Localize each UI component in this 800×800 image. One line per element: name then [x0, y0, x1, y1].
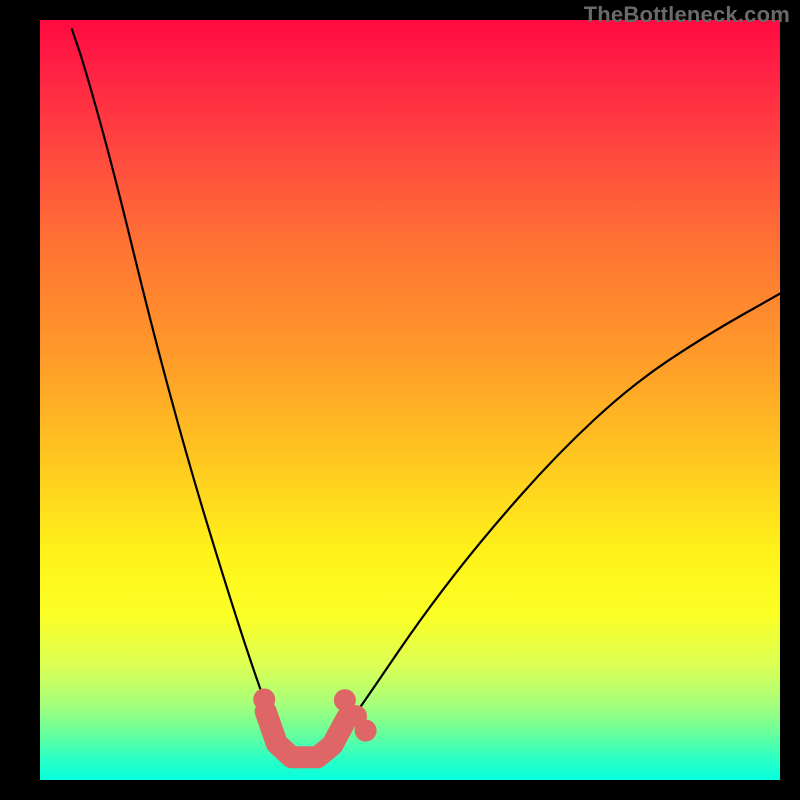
chart-root: TheBottleneck.com	[0, 0, 800, 800]
highlight-u	[266, 712, 347, 758]
overlay-svg	[40, 20, 780, 780]
bottleneck-curve	[72, 29, 780, 763]
highlight-dot	[355, 720, 377, 742]
highlight-dot	[253, 688, 275, 710]
watermark-text: TheBottleneck.com	[584, 2, 790, 28]
plot-area	[40, 20, 780, 780]
